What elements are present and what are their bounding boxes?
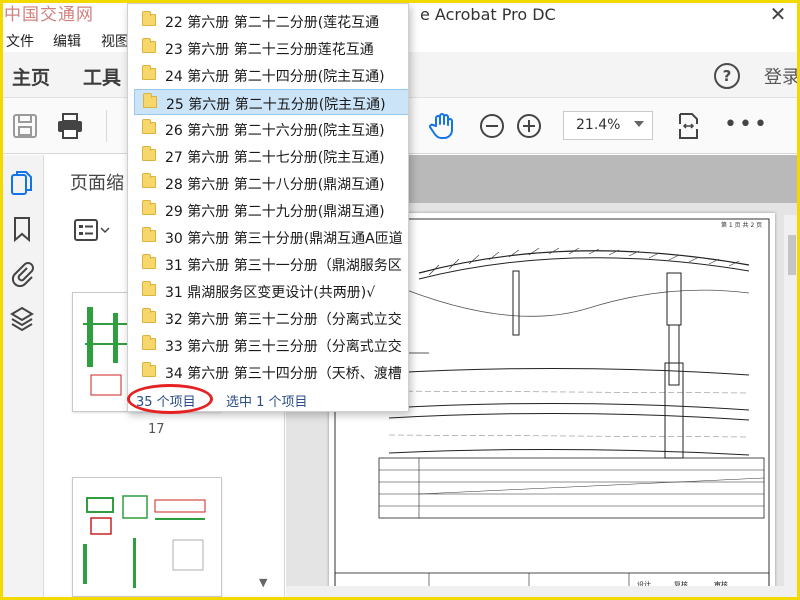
- thumbnail-options-icon[interactable]: [73, 217, 111, 243]
- scrollbar-thumb[interactable]: [788, 235, 796, 275]
- folder-icon: [142, 11, 156, 26]
- list-item[interactable]: 31 鼎湖服务区变更设计(共两册)√: [134, 278, 408, 304]
- menu-file[interactable]: 文件: [6, 31, 34, 51]
- zoom-out-icon[interactable]: [477, 112, 507, 140]
- folder-icon: [142, 38, 156, 53]
- folder-icon: [143, 93, 157, 108]
- sheet-label: 第 1 页 共 2 页: [721, 221, 762, 229]
- zoom-in-icon[interactable]: [514, 112, 544, 140]
- folder-icon: [142, 173, 156, 188]
- bookmark-icon[interactable]: [9, 215, 35, 243]
- window-title: e Acrobat Pro DC: [420, 5, 556, 24]
- menu-view[interactable]: 视图: [101, 31, 129, 51]
- list-item[interactable]: 22 第六册 第二十二分册(莲花互通: [134, 8, 408, 34]
- folder-icon: [142, 254, 156, 269]
- list-item[interactable]: 26 第六册 第二十六分册(院主互通): [134, 116, 408, 142]
- panel-title: 页面缩: [70, 173, 124, 194]
- save-icon[interactable]: [10, 112, 40, 140]
- list-item[interactable]: 28 第六册 第二十八分册(鼎湖互通): [134, 170, 408, 196]
- folder-icon: [142, 200, 156, 215]
- list-item[interactable]: 33 第六册 第三十三分册（分离式立交: [134, 332, 408, 358]
- fit-page-icon[interactable]: [673, 112, 703, 140]
- print-icon[interactable]: [55, 112, 85, 140]
- navigation-rail: [0, 155, 44, 600]
- watermark: 中国交通网: [4, 5, 94, 25]
- list-item[interactable]: 34 第六册 第三十四分册（天桥、渡槽: [134, 359, 408, 385]
- vertical-scrollbar[interactable]: [784, 215, 800, 600]
- folder-icon: [142, 335, 156, 350]
- toolbar-divider: [106, 110, 107, 142]
- list-item[interactable]: 30 第六册 第三十分册(鼎湖互通A匝道: [134, 224, 408, 250]
- close-window-button[interactable]: ✕: [756, 0, 800, 30]
- list-item[interactable]: 31 第六册 第三十一分册（鼎湖服务区: [134, 251, 408, 277]
- tab-home[interactable]: 主页: [12, 63, 50, 90]
- chevron-down-icon[interactable]: ▼: [259, 576, 273, 589]
- layers-icon[interactable]: [9, 305, 35, 333]
- attachment-icon[interactable]: [9, 259, 35, 287]
- thumbnail-page-number: 17: [148, 422, 165, 437]
- list-item[interactable]: 23 第六册 第二十三分册莲花互通: [134, 35, 408, 61]
- page-thumbnails-icon[interactable]: [9, 169, 35, 197]
- zoom-level-value: 21.4%: [576, 117, 621, 133]
- folder-icon: [142, 308, 156, 323]
- horizontal-scrollbar[interactable]: [286, 586, 800, 600]
- folder-icon: [142, 227, 156, 242]
- more-options-icon[interactable]: •••: [724, 112, 769, 137]
- login-button[interactable]: 登录: [764, 63, 800, 89]
- folder-icon: [142, 281, 156, 296]
- list-item[interactable]: 29 第六册 第二十九分册(鼎湖互通): [134, 197, 408, 223]
- list-item[interactable]: 24 第六册 第二十四分册(院主互通): [134, 62, 408, 88]
- list-item[interactable]: 32 第六册 第三十二分册（分离式立交: [134, 305, 408, 331]
- file-list-dropdown: 22 第六册 第二十二分册(莲花互通 23 第六册 第二十三分册莲花互通 24 …: [127, 3, 409, 412]
- thumbnail-drawing: [83, 495, 206, 588]
- page-thumbnail-18[interactable]: [72, 477, 222, 597]
- folder-icon: [142, 65, 156, 80]
- folder-icon: [142, 146, 156, 161]
- help-icon[interactable]: ?: [714, 63, 740, 89]
- tab-tools[interactable]: 工具: [83, 63, 121, 90]
- menu-edit[interactable]: 编辑: [53, 31, 81, 51]
- folder-icon: [142, 119, 156, 134]
- list-item[interactable]: 27 第六册 第二十七分册(院主互通): [134, 143, 408, 169]
- item-count: 35 个项目: [136, 395, 196, 410]
- chevron-down-icon: [634, 121, 644, 127]
- list-item-selected[interactable]: 25 第六册 第二十五分册(院主互通): [134, 89, 408, 115]
- selected-count: 选中 1 个项目: [226, 395, 308, 410]
- hand-tool-icon[interactable]: [427, 112, 457, 140]
- zoom-level-select[interactable]: 21.4%: [563, 111, 653, 140]
- folder-icon: [142, 362, 156, 377]
